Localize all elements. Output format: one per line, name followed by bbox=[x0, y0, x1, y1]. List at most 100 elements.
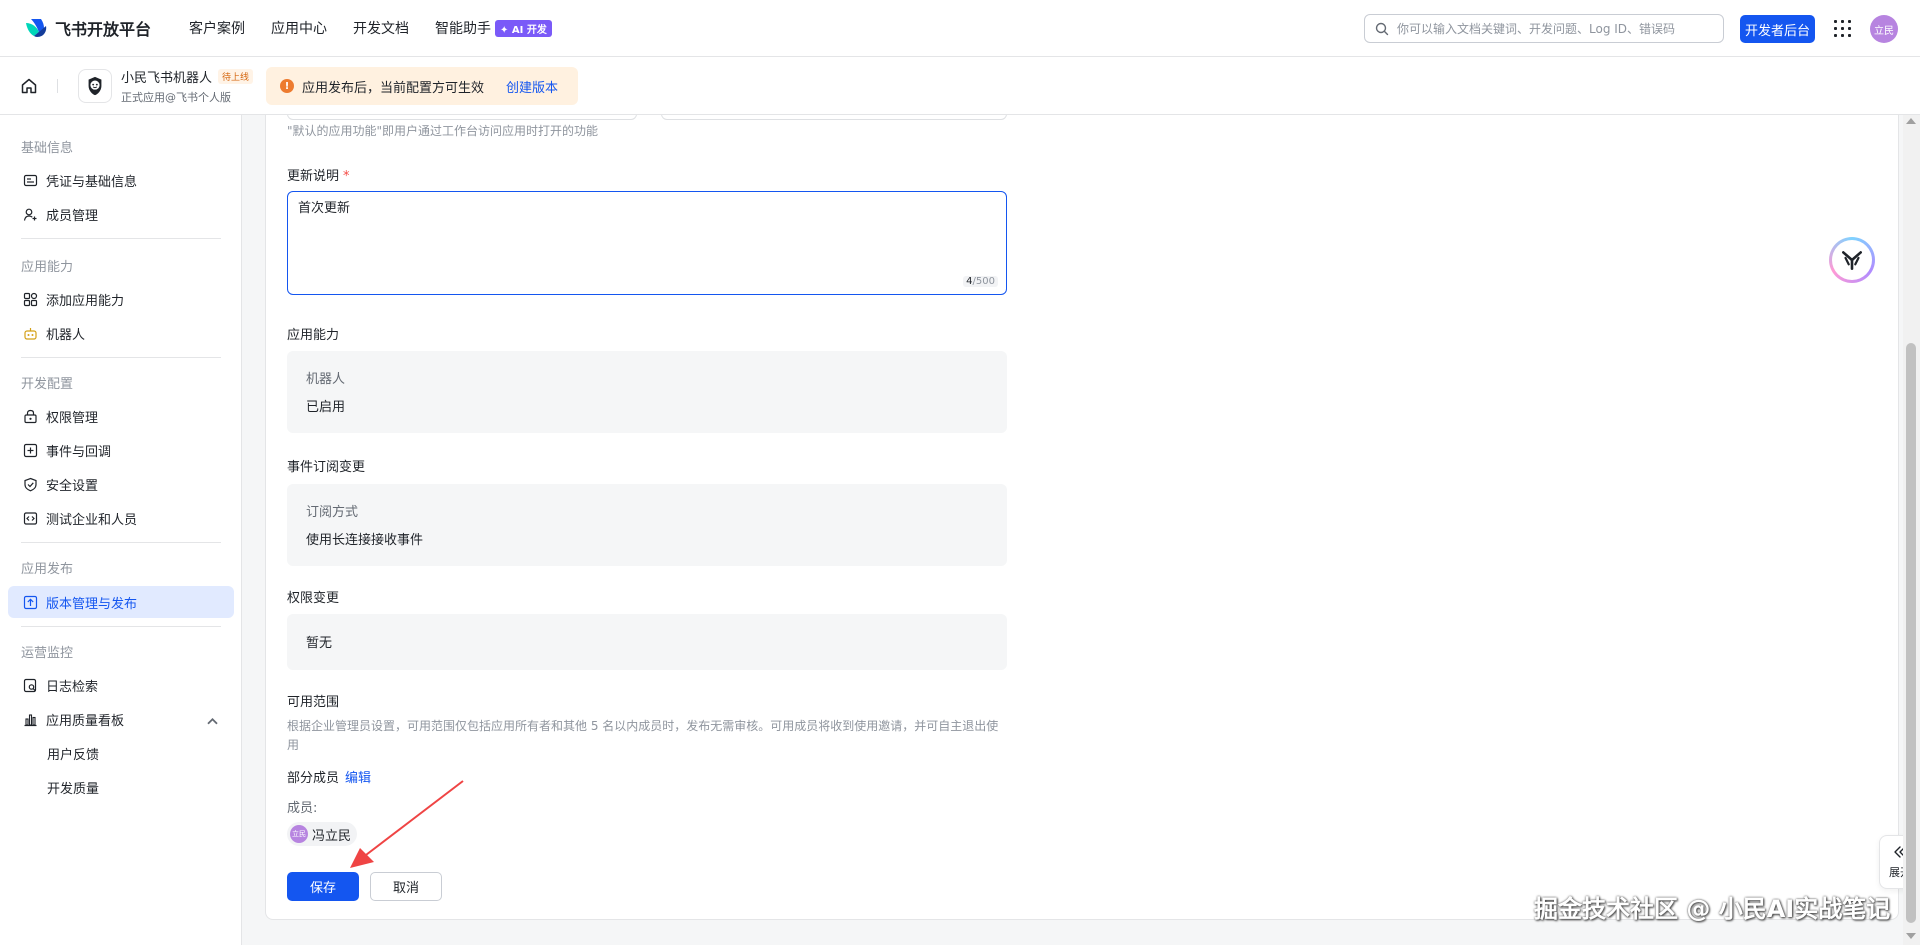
update-notes-label: 更新说明 * bbox=[287, 165, 350, 184]
search-input[interactable] bbox=[1397, 21, 1707, 36]
app-status-badge: 待上线 bbox=[218, 69, 254, 84]
top-header: 飞书开放平台 客户案例 应用中心 开发文档 智能助手 ✦ AI 开发 开发者后台… bbox=[0, 0, 1920, 57]
required-mark: * bbox=[343, 169, 350, 184]
version-form-card: "默认的应用功能"即用户通过工作台访问应用时打开的功能 更新说明 * 首次更新 4… bbox=[265, 115, 1899, 920]
ai-float-inner bbox=[1832, 240, 1872, 280]
char-count-max: /500 bbox=[972, 276, 995, 287]
sidebar-item-add-capability[interactable]: 添加应用能力 bbox=[8, 283, 234, 315]
nav-customer-cases[interactable]: 客户案例 bbox=[189, 18, 245, 38]
event-icon bbox=[23, 443, 38, 457]
sidebar-item-credentials[interactable]: 凭证与基础信息 bbox=[8, 164, 234, 196]
search-icon bbox=[1375, 22, 1389, 35]
member-chip: 立民 冯立民 bbox=[287, 822, 358, 846]
section-title-dev-config: 开发配置 bbox=[21, 377, 74, 392]
feishu-logo-icon bbox=[26, 19, 47, 37]
capability-value: 已启用 bbox=[306, 400, 346, 415]
sidebar-item-log-search[interactable]: 日志检索 bbox=[8, 669, 234, 701]
user-add-icon bbox=[23, 208, 37, 221]
create-version-link[interactable]: 创建版本 bbox=[506, 77, 558, 96]
search-box[interactable] bbox=[1364, 14, 1724, 43]
default-function-select[interactable] bbox=[287, 115, 637, 120]
platform-logo[interactable]: 飞书开放平台 bbox=[24, 16, 151, 40]
section-title-monitoring: 运营监控 bbox=[21, 646, 74, 661]
developer-console-button[interactable]: 开发者后台 bbox=[1740, 15, 1815, 43]
sidebar-item-label: 用户反馈 bbox=[47, 747, 100, 763]
code-icon bbox=[23, 511, 38, 525]
id-card-icon bbox=[23, 174, 38, 186]
sidebar-item-user-feedback[interactable]: 用户反馈 bbox=[8, 737, 234, 769]
sidebar-item-label: 成员管理 bbox=[46, 208, 99, 224]
event-change-box: 订阅方式 使用长连接接收事件 bbox=[287, 484, 1007, 566]
notice-text: 应用发布后，当前配置方可生效 bbox=[302, 80, 485, 96]
sidebar-item-label: 日志检索 bbox=[46, 679, 99, 695]
apps-icon bbox=[23, 292, 38, 306]
sidebar-item-label: 版本管理与发布 bbox=[46, 596, 138, 612]
sidebar-divider bbox=[21, 238, 221, 239]
section-title-publish: 应用发布 bbox=[21, 562, 74, 577]
nav-dev-docs[interactable]: 开发文档 bbox=[353, 18, 409, 38]
bot-face-icon bbox=[88, 76, 102, 96]
sidebar-item-label: 开发质量 bbox=[47, 781, 100, 797]
robot-icon bbox=[24, 327, 37, 340]
sidebar-item-label: 凭证与基础信息 bbox=[46, 174, 138, 190]
app-subtitle: 正式应用@飞书个人版 bbox=[121, 91, 231, 104]
nav-ai-assistant[interactable]: 智能助手 ✦ AI 开发 bbox=[435, 18, 552, 38]
cancel-button[interactable]: 取消 bbox=[370, 872, 442, 901]
members-label: 成员: bbox=[287, 801, 318, 816]
log-search-icon bbox=[23, 678, 37, 692]
scope-description: 根据企业管理员设置，可用范围仅包括应用所有者和其他 5 名以内成员时，发布无需审… bbox=[287, 719, 999, 752]
scroll-up-arrow[interactable] bbox=[1906, 118, 1916, 124]
sidebar-item-label: 权限管理 bbox=[46, 410, 99, 426]
sidebar-item-dev-quality[interactable]: 开发质量 bbox=[8, 771, 234, 803]
sidebar-divider bbox=[21, 357, 221, 358]
divider bbox=[57, 79, 58, 93]
default-function-input[interactable] bbox=[661, 115, 1007, 120]
sidebar-item-security[interactable]: 安全设置 bbox=[8, 468, 234, 500]
sidebar-divider bbox=[21, 626, 221, 627]
sidebar-item-label: 测试企业和人员 bbox=[46, 512, 138, 528]
sidebar-item-permissions[interactable]: 权限管理 bbox=[8, 400, 234, 432]
top-nav: 客户案例 应用中心 开发文档 智能助手 ✦ AI 开发 bbox=[189, 18, 578, 38]
upload-icon bbox=[23, 595, 38, 609]
nav-app-center[interactable]: 应用中心 bbox=[271, 18, 327, 38]
bar-chart-icon bbox=[24, 713, 37, 726]
scroll-down-arrow[interactable] bbox=[1906, 933, 1916, 939]
warning-icon: ! bbox=[280, 79, 294, 93]
home-icon[interactable] bbox=[20, 77, 38, 95]
update-notes-textarea[interactable]: 首次更新 bbox=[288, 192, 1006, 294]
sidebar-item-label: 添加应用能力 bbox=[46, 293, 125, 309]
sidebar-item-members[interactable]: 成员管理 bbox=[8, 198, 234, 230]
app-avatar bbox=[78, 69, 112, 103]
sidebar-item-robot[interactable]: 机器人 bbox=[8, 317, 234, 349]
sidebar-item-test-users[interactable]: 测试企业和人员 bbox=[8, 502, 234, 534]
update-notes-label-text: 更新说明 bbox=[287, 169, 340, 184]
update-notes-field[interactable]: 首次更新 4/500 bbox=[287, 191, 1007, 295]
save-button[interactable]: 保存 bbox=[287, 872, 359, 901]
section-title-basic: 基础信息 bbox=[21, 141, 74, 156]
user-avatar[interactable]: 立民 bbox=[1870, 15, 1898, 43]
default-function-hint: "默认的应用功能"即用户通过工作台访问应用时打开的功能 bbox=[287, 124, 599, 138]
event-change-label: 事件订阅变更 bbox=[287, 460, 366, 475]
scope-value-row: 部分成员 编辑 bbox=[287, 767, 371, 786]
ai-dev-badge: ✦ AI 开发 bbox=[495, 19, 552, 37]
event-value: 使用长连接接收事件 bbox=[306, 533, 424, 548]
capability-key: 机器人 bbox=[306, 372, 346, 387]
sidebar-item-version-publish[interactable]: 版本管理与发布 bbox=[8, 586, 234, 618]
scrollbar-thumb[interactable] bbox=[1906, 343, 1916, 923]
chevron-up-icon[interactable] bbox=[205, 714, 220, 729]
sidebar-divider bbox=[21, 542, 221, 543]
ai-assistant-float-button[interactable] bbox=[1829, 237, 1875, 283]
sidebar: 基础信息 凭证与基础信息 成员管理 应用能力 添加应用能力 机器人 开发配置 权… bbox=[0, 115, 242, 945]
app-grid-icon[interactable] bbox=[1834, 20, 1851, 37]
member-name: 冯立民 bbox=[312, 828, 352, 844]
char-counter: 4/500 bbox=[963, 276, 998, 287]
sidebar-item-events[interactable]: 事件与回调 bbox=[8, 434, 234, 466]
publish-notice: ! 应用发布后，当前配置方可生效 创建版本 bbox=[266, 67, 578, 105]
edit-scope-link[interactable]: 编辑 bbox=[345, 771, 371, 786]
sidebar-item-quality-board[interactable]: 应用质量看板 bbox=[8, 703, 234, 735]
sidebar-item-label: 事件与回调 bbox=[46, 444, 112, 460]
permission-change-box: 暂无 bbox=[287, 614, 1007, 670]
watermark-text: 掘金技术社区 @ 小民AI实战笔记 bbox=[1534, 895, 1891, 923]
member-avatar: 立民 bbox=[290, 825, 308, 843]
scope-label: 可用范围 bbox=[287, 695, 340, 710]
